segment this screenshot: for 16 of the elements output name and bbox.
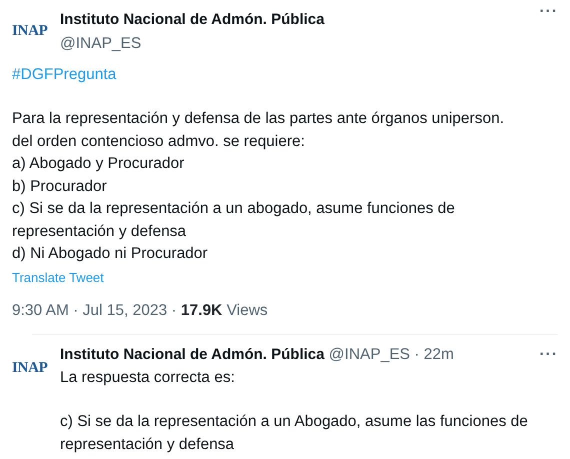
tweet-text: La respuesta correcta es:	[60, 368, 236, 388]
account-name[interactable]: Instituto Nacional de Admón. Pública	[60, 346, 324, 364]
more-button[interactable]: ···	[540, 347, 558, 363]
avatar-logo[interactable]: INAP	[12, 343, 52, 380]
tweet-text: c) Si se da la representación a un Abogado, asume las funciones de representación y defensa	[60, 412, 529, 455]
account-name[interactable]: Instituto Nacional de Admón. Pública	[60, 11, 324, 28]
avatar-logo[interactable]: INAP	[12, 4, 52, 42]
account-handle[interactable]: @INAP_ES	[60, 34, 142, 52]
view-count: 17.9K Views	[180, 302, 268, 319]
tweet-text: a) Abogado y Procurador	[12, 154, 186, 174]
tweet-text: d) Ni Abogado ni Procurador	[12, 244, 209, 264]
more-button[interactable]: ···	[540, 4, 558, 20]
tweet-text: Para la representación y defensa de las partes ante órganos uniperson. del orden contencioso admvo. se requiere:	[12, 109, 506, 152]
tweet-text: b) Procurador	[12, 176, 108, 197]
handle-and-time: @INAP_ES · 22m	[328, 346, 454, 364]
timestamp[interactable]: 9:30 AM · Jul 15, 2023 ·	[12, 302, 177, 319]
